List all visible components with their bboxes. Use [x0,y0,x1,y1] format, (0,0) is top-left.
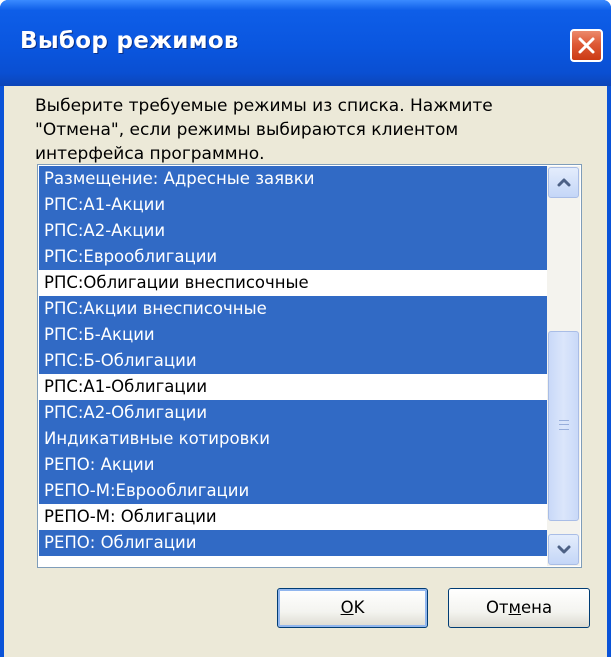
modes-listbox[interactable]: Размещение: Адресные заявки РПС:А1-Акции Р… [37,164,582,568]
close-button[interactable] [570,29,603,62]
list-item[interactable]: Размещение: Адресные заявки [39,166,547,192]
list-item[interactable]: РЕПО: Акции [39,452,547,478]
instruction-text: Выберите требуемые режимы из списка. Наж… [35,94,575,166]
list-item[interactable]: РПС:А1-Акции [39,192,547,218]
list-item[interactable]: РЕПО-М:Еврооблигации [39,478,547,504]
cancel-label-end: ена [521,598,553,617]
instruction-line: Выберите требуемые режимы из списка. Наж… [35,96,493,116]
close-x-icon [578,37,595,54]
ok-button[interactable]: OK [277,588,428,628]
scroll-grip [559,420,569,430]
list-item[interactable]: РПС:Б-Облигации [39,348,547,374]
cancel-mnemonic: м [508,598,521,617]
modes-list: Размещение: Адресные заявки РПС:А1-Акции Р… [39,166,547,556]
ok-mnemonic: O [340,598,354,617]
list-item[interactable]: РПС:А2-Акции [39,218,547,244]
instruction-line: интерфейса программно. [35,144,265,164]
instruction-line: "Отмена", если режимы выбираются клиенто… [35,120,459,140]
list-item[interactable]: РЕПО-М: Облигации [39,504,547,530]
dialog-body: Выберите требуемые режимы из списка. Наж… [4,86,607,657]
scroll-up-button[interactable] [548,167,579,198]
list-item[interactable]: РПС:А2-Облигации [39,400,547,426]
scroll-down-button[interactable] [548,534,579,565]
scroll-thumb[interactable] [548,331,579,521]
list-item[interactable]: РПС:Облигации внесписочные [39,270,547,296]
chevron-down-icon [557,545,571,554]
list-item[interactable]: РПС:Еврооблигации [39,244,547,270]
list-item[interactable]: РЕПО: Облигации [39,530,547,556]
list-item[interactable]: Индикативные котировки [39,426,547,452]
dialog-window: Выбор режимов Выберите требуемые режимы … [0,0,611,657]
cancel-button[interactable]: Отмена [448,588,590,628]
title-bar[interactable]: Выбор режимов [0,0,611,86]
list-item[interactable]: РПС:А1-Облигации [39,374,547,400]
ok-label-rest: K [353,598,365,617]
cancel-label-start: От [485,598,509,617]
list-item[interactable]: РПС:Акции внесписочные [39,296,547,322]
list-item[interactable]: РПС:Б-Акции [39,322,547,348]
vertical-scrollbar[interactable] [547,166,580,566]
dialog-title: Выбор режимов [20,28,239,54]
chevron-up-icon [557,178,571,187]
